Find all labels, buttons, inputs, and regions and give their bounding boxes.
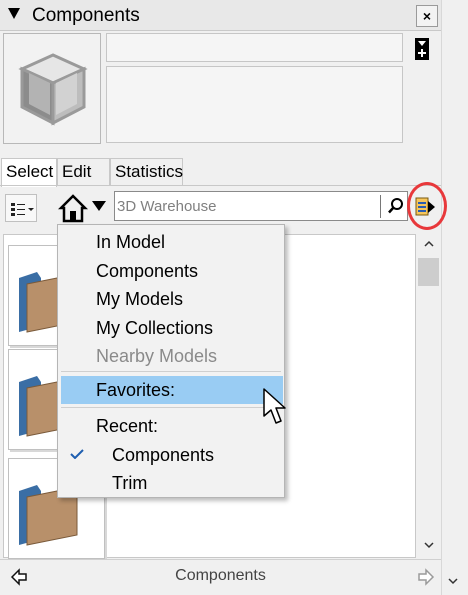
tab-select[interactable]: Select xyxy=(1,158,57,187)
menu-separator xyxy=(61,371,281,372)
menu-item-recent-trim[interactable]: Trim xyxy=(58,469,284,497)
scroll-up-icon[interactable] xyxy=(423,238,435,250)
menu-item-in-model[interactable]: In Model xyxy=(58,228,284,256)
list-view-icon xyxy=(11,203,34,216)
annotation-circle xyxy=(407,182,447,230)
component-cube-icon xyxy=(18,53,88,126)
display-secondary-pane-icon[interactable] xyxy=(415,38,429,60)
menu-item-favorites[interactable]: Favorites: xyxy=(61,376,283,404)
menu-item-nearby-models: Nearby Models xyxy=(96,346,218,366)
panel-title-bar[interactable]: Components × xyxy=(0,0,441,31)
navigation-dropdown-arrow-icon[interactable] xyxy=(92,201,106,211)
footer-title: Components xyxy=(175,567,266,584)
menu-item-label: Components xyxy=(112,445,215,465)
scrollbar-thumb[interactable] xyxy=(418,258,439,286)
search-divider xyxy=(380,195,381,218)
search-field[interactable] xyxy=(114,191,408,221)
panel-tabs: Select Edit Statistics xyxy=(0,158,441,187)
forward-arrow-icon[interactable] xyxy=(417,568,435,586)
navigation-dropdown-menu: In Model Components My Models My Collect… xyxy=(57,224,285,498)
panel-footer: Components xyxy=(0,559,441,595)
view-options-button[interactable] xyxy=(5,194,37,222)
navigation-home-icon[interactable] xyxy=(58,193,88,224)
component-name-field[interactable] xyxy=(106,33,403,62)
component-description-field[interactable] xyxy=(106,66,403,143)
list-scrollbar[interactable] xyxy=(416,234,441,558)
menu-item-my-models[interactable]: My Models xyxy=(58,285,284,313)
tab-statistics[interactable]: Statistics xyxy=(110,158,183,186)
component-preview xyxy=(3,33,101,144)
close-button[interactable]: × xyxy=(416,5,438,27)
tab-edit[interactable]: Edit xyxy=(57,158,110,186)
menu-item-components[interactable]: Components xyxy=(58,257,284,285)
search-icon[interactable] xyxy=(387,197,405,215)
menu-item-recent-components[interactable]: Components xyxy=(58,441,284,469)
panel-right-edge xyxy=(441,0,468,595)
tab-divider xyxy=(0,185,441,186)
panel-title: Components xyxy=(32,5,140,26)
scroll-down-icon[interactable] xyxy=(423,539,435,551)
checkmark-icon xyxy=(70,449,84,459)
search-input[interactable] xyxy=(117,194,379,218)
menu-heading-recent: Recent: xyxy=(96,416,159,436)
collapse-triangle-icon[interactable] xyxy=(8,8,20,19)
mouse-pointer-icon xyxy=(263,388,286,424)
menu-separator xyxy=(61,407,281,408)
menu-item-my-collections[interactable]: My Collections xyxy=(58,314,284,342)
expand-chevron-icon[interactable] xyxy=(447,576,459,586)
